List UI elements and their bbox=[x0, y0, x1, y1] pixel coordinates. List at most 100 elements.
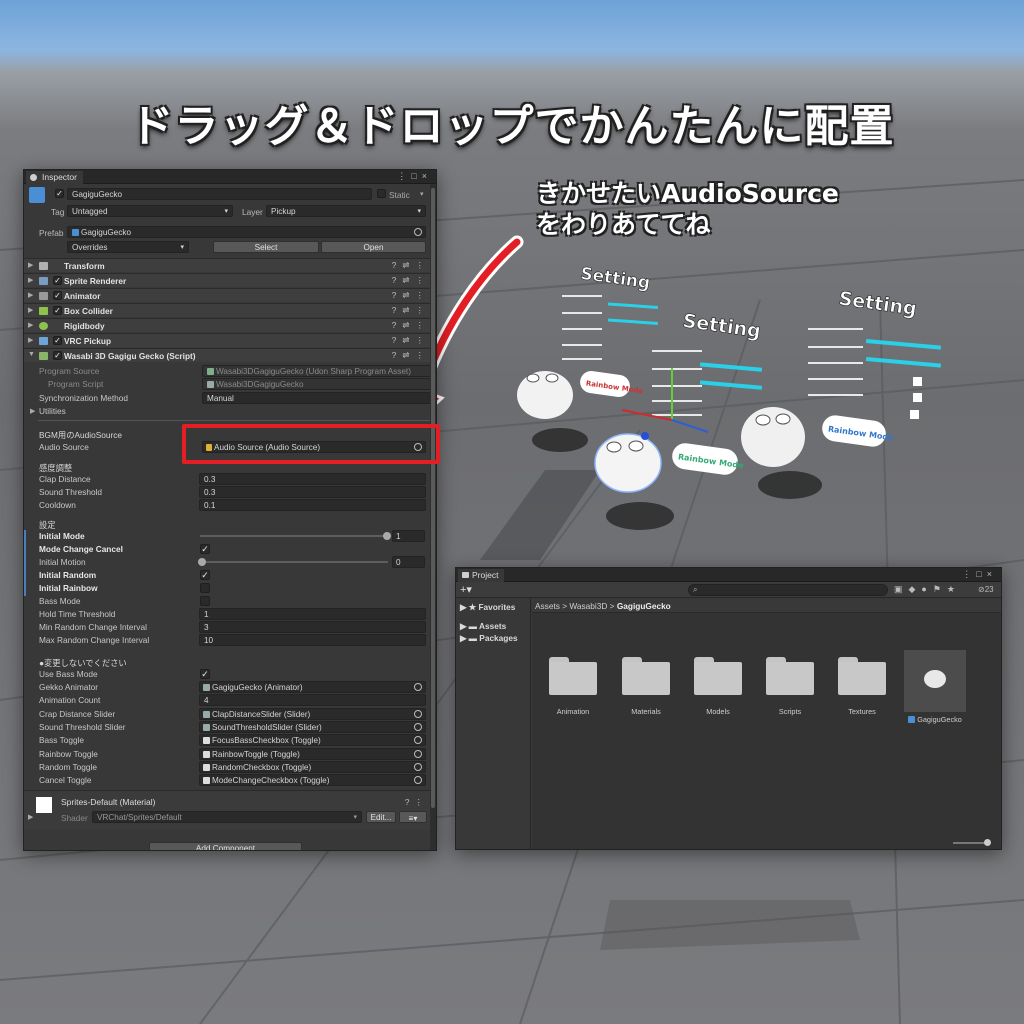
component-menu-icons[interactable]: ?⇌⋮ bbox=[392, 305, 430, 316]
bass-mode-checkbox[interactable] bbox=[200, 596, 210, 606]
component-enabled-checkbox[interactable]: ✓ bbox=[53, 291, 62, 300]
tag-dropdown[interactable]: Untagged ▾ bbox=[67, 205, 233, 217]
tab-project[interactable]: Project bbox=[458, 569, 505, 582]
target-icon[interactable] bbox=[414, 736, 422, 744]
crap-slider-field[interactable]: ClapDistanceSlider (Slider) bbox=[199, 708, 426, 720]
folder-models[interactable]: Models bbox=[687, 652, 749, 716]
shader-edit-button[interactable]: Edit... bbox=[366, 811, 396, 823]
foldout-icon[interactable]: ▶ bbox=[28, 261, 33, 269]
animation-count-field[interactable]: 4 bbox=[199, 694, 426, 706]
component-animator[interactable]: ▶ ✓ Animator ?⇌⋮ bbox=[24, 288, 436, 302]
breadcrumb-gagigugecko[interactable]: GagiguGecko bbox=[617, 601, 671, 611]
breadcrumb-wasabi3d[interactable]: Wasabi3D bbox=[569, 601, 607, 611]
foldout-icon[interactable]: ▶ bbox=[28, 336, 33, 344]
sound-threshold-field[interactable]: 0.3 bbox=[199, 486, 426, 498]
breadcrumb-assets[interactable]: Assets bbox=[535, 601, 560, 611]
target-icon[interactable] bbox=[414, 710, 422, 718]
slider-knob[interactable] bbox=[383, 532, 391, 540]
target-icon[interactable] bbox=[414, 723, 422, 731]
static-checkbox[interactable] bbox=[377, 189, 386, 198]
foldout-icon[interactable]: ▶ bbox=[28, 813, 33, 821]
component-menu-icons[interactable]: ?⇌⋮ bbox=[392, 320, 430, 331]
search-input[interactable]: ⌕ bbox=[688, 584, 888, 596]
clap-distance-field[interactable]: 0.3 bbox=[199, 473, 426, 485]
window-controls[interactable]: ⋮□× bbox=[397, 171, 432, 182]
folder-animation[interactable]: Animation bbox=[542, 652, 604, 716]
component-rigidbody[interactable]: ▶ Rigidbody ?⇌⋮ bbox=[24, 318, 436, 332]
random-toggle-field[interactable]: RandomCheckbox (Toggle) bbox=[199, 761, 426, 773]
target-icon[interactable] bbox=[414, 763, 422, 771]
utilities-row[interactable]: ▶ Utilities bbox=[24, 405, 436, 418]
component-enabled-checkbox[interactable]: ✓ bbox=[53, 276, 62, 285]
sidebar-favorites[interactable]: ▶ ★ Favorites bbox=[460, 602, 515, 612]
foldout-open-icon[interactable]: ▼ bbox=[28, 351, 35, 358]
create-plus-icon[interactable]: +▾ bbox=[460, 583, 472, 596]
foldout-icon[interactable]: ▶ bbox=[28, 306, 33, 314]
initial-mode-value[interactable]: 1 bbox=[392, 530, 425, 542]
shader-dropdown[interactable]: VRChat/Sprites/Default ▾ bbox=[92, 811, 362, 823]
object-name-field[interactable]: GagiguGecko bbox=[67, 188, 372, 200]
use-bass-mode-checkbox[interactable]: ✓ bbox=[200, 669, 210, 679]
scrollbar-thumb[interactable] bbox=[431, 188, 435, 808]
material-menu-icons[interactable]: ?⋮ bbox=[405, 797, 428, 808]
slider-knob[interactable] bbox=[198, 558, 206, 566]
component-menu-icons[interactable]: ?⇌⋮ bbox=[392, 335, 430, 346]
prefab-field[interactable]: GagiguGecko bbox=[67, 226, 426, 238]
foldout-icon[interactable]: ▶ bbox=[30, 407, 35, 415]
overrides-dropdown[interactable]: Overrides ▾ bbox=[67, 241, 189, 253]
component-vrc-pickup[interactable]: ▶ ✓ VRC Pickup ?⇌⋮ bbox=[24, 333, 436, 347]
component-menu-icons[interactable]: ?⇌⋮ bbox=[392, 290, 430, 301]
rainbow-toggle-field[interactable]: RainbowToggle (Toggle) bbox=[199, 748, 426, 760]
window-controls[interactable]: ⋮□× bbox=[962, 569, 997, 580]
foldout-icon[interactable]: ▶ bbox=[28, 291, 33, 299]
initial-rainbow-checkbox[interactable] bbox=[200, 583, 210, 593]
static-dropdown-icon[interactable]: ▾ bbox=[420, 190, 424, 198]
target-icon[interactable] bbox=[414, 750, 422, 758]
foldout-icon[interactable]: ▶ bbox=[28, 276, 33, 284]
active-checkbox[interactable]: ✓ bbox=[55, 189, 64, 198]
component-sprite-renderer[interactable]: ▶ ✓ Sprite Renderer ?⇌⋮ bbox=[24, 273, 436, 287]
mode-change-cancel-checkbox[interactable]: ✓ bbox=[200, 544, 210, 554]
hidden-count[interactable]: ⊘23 bbox=[978, 585, 994, 594]
min-random-field[interactable]: 3 bbox=[199, 621, 426, 633]
max-random-field[interactable]: 10 bbox=[199, 634, 426, 646]
initial-random-checkbox[interactable]: ✓ bbox=[200, 570, 210, 580]
initial-motion-slider[interactable] bbox=[198, 558, 388, 566]
sync-method-dropdown[interactable]: Manual bbox=[202, 392, 432, 404]
component-menu-icons[interactable]: ?⇌⋮ bbox=[392, 350, 430, 361]
target-icon[interactable] bbox=[414, 683, 422, 691]
select-button[interactable]: Select bbox=[213, 241, 319, 253]
component-transform[interactable]: ▶ Transform ?⇌⋮ bbox=[24, 258, 436, 272]
layer-dropdown[interactable]: Pickup ▾ bbox=[266, 205, 426, 217]
add-component-button[interactable]: Add Component bbox=[149, 842, 302, 850]
sidebar-packages[interactable]: ▶ ▬ Packages bbox=[460, 633, 518, 643]
sound-slider-field[interactable]: SoundThresholdSlider (Slider) bbox=[199, 721, 426, 733]
component-menu-icons[interactable]: ?⇌⋮ bbox=[392, 275, 430, 286]
component-enabled-checkbox[interactable]: ✓ bbox=[53, 351, 62, 360]
folder-textures[interactable]: Textures bbox=[831, 652, 893, 716]
target-icon[interactable] bbox=[414, 776, 422, 784]
tab-inspector[interactable]: Inspector bbox=[26, 171, 83, 184]
prefab-gagigugecko-thumbnail[interactable] bbox=[904, 650, 966, 712]
folder-scripts[interactable]: Scripts bbox=[759, 652, 821, 716]
target-icon[interactable] bbox=[414, 228, 422, 236]
component-enabled-checkbox[interactable]: ✓ bbox=[53, 306, 62, 315]
gekko-animator-field[interactable]: GagiguGecko (Animator) bbox=[199, 681, 426, 693]
filter-icons[interactable]: ▣◆●⚑★ bbox=[894, 584, 961, 595]
initial-motion-value[interactable]: 0 bbox=[392, 556, 425, 568]
zoom-slider[interactable] bbox=[953, 839, 991, 846]
open-button[interactable]: Open bbox=[321, 241, 426, 253]
component-enabled-checkbox[interactable]: ✓ bbox=[53, 336, 62, 345]
cancel-toggle-field[interactable]: ModeChangeCheckbox (Toggle) bbox=[199, 774, 426, 786]
inspector-scrollbar[interactable] bbox=[430, 184, 436, 850]
folder-materials[interactable]: Materials bbox=[615, 652, 677, 716]
initial-mode-slider[interactable] bbox=[200, 532, 391, 540]
hold-time-field[interactable]: 1 bbox=[199, 608, 426, 620]
sidebar-assets[interactable]: ▶ ▬ Assets bbox=[460, 621, 506, 631]
cooldown-field[interactable]: 0.1 bbox=[199, 499, 426, 511]
shader-list-button[interactable]: ≡▾ bbox=[399, 811, 427, 823]
bass-toggle-field[interactable]: FocusBassCheckbox (Toggle) bbox=[199, 734, 426, 746]
foldout-icon[interactable]: ▶ bbox=[28, 321, 33, 329]
component-menu-icons[interactable]: ?⇌⋮ bbox=[392, 260, 430, 271]
component-wasabi-script[interactable]: ▼ ✓ Wasabi 3D Gagigu Gecko (Script) ?⇌⋮ bbox=[24, 348, 436, 362]
